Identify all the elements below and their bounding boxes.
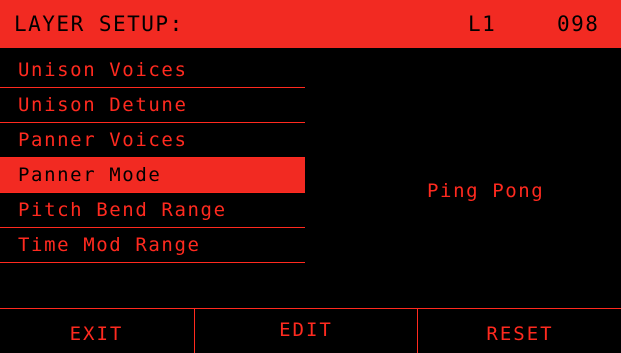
menu-item-label: Pitch Bend Range [18, 199, 227, 221]
page-title: LAYER SETUP: [14, 12, 184, 36]
menu-item-label: Unison Voices [18, 59, 188, 81]
menu-item-label: Panner Mode [18, 164, 162, 186]
menu-item-panner-mode[interactable]: Panner Mode [0, 158, 305, 193]
menu-item-label: Time Mod Range [18, 234, 201, 256]
exit-button[interactable]: EXIT [0, 309, 193, 353]
layer-indicator: L1 [468, 12, 497, 36]
reset-button-label: RESET [486, 323, 554, 345]
edit-button[interactable]: EDIT [194, 309, 417, 353]
menu-item-unison-voices[interactable]: Unison Voices [0, 53, 305, 88]
header-bar: LAYER SETUP: L1 098 [0, 0, 621, 48]
preset-number: 098 [557, 12, 600, 36]
edit-button-label: EDIT [279, 319, 333, 341]
menu-item-panner-voices[interactable]: Panner Voices [0, 123, 305, 158]
parameter-value: Ping Pong [427, 180, 545, 202]
exit-button-label: EXIT [69, 323, 124, 345]
menu-item-unison-detune[interactable]: Unison Detune [0, 88, 305, 123]
menu-item-pitch-bend-range[interactable]: Pitch Bend Range [0, 193, 305, 228]
menu-item-time-mod-range[interactable]: Time Mod Range [0, 228, 305, 263]
reset-button[interactable]: RESET [417, 309, 621, 353]
menu-item-label: Unison Detune [18, 94, 188, 116]
menu-item-label: Panner Voices [18, 129, 188, 151]
softkey-bar: EXIT EDIT RESET [0, 308, 621, 353]
parameter-menu: Unison Voices Unison Detune Panner Voice… [0, 53, 305, 263]
